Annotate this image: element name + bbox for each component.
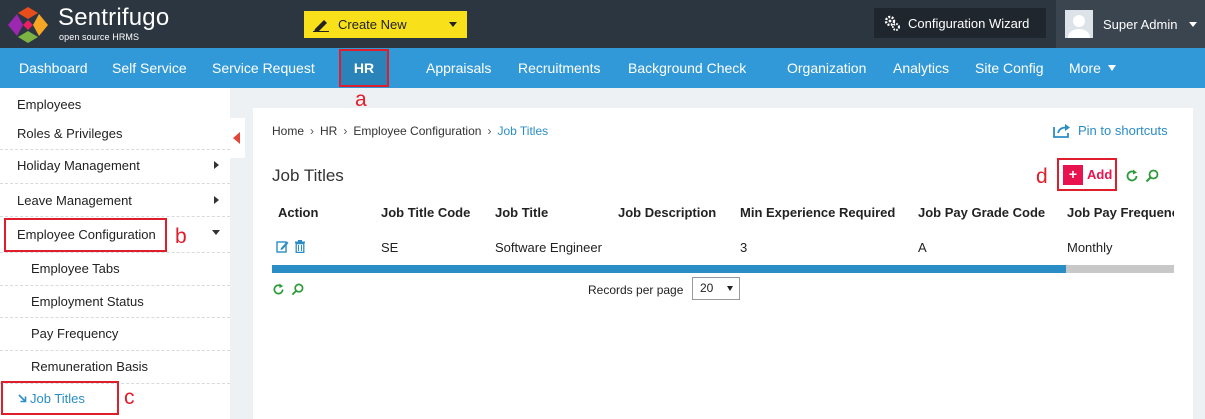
sidebar-item-employee-tabs[interactable]: Employee Tabs: [31, 261, 211, 276]
column-header-min-experience[interactable]: Min Experience Required: [740, 205, 895, 220]
user-name: Super Admin: [1103, 16, 1178, 32]
main-nav: Dashboard Self Service Service Request A…: [0, 48, 1205, 88]
sidebar-item-job-titles-label: Job Titles: [30, 391, 85, 406]
sidebar-item-job-titles[interactable]: Job Titles: [18, 391, 118, 406]
nav-recruitments[interactable]: Recruitments: [518, 48, 600, 88]
search-icon[interactable]: [1145, 169, 1159, 183]
breadcrumb-separator: ›: [310, 124, 315, 138]
share-icon: [1053, 124, 1070, 138]
brand-tagline: open source HRMS: [59, 32, 140, 42]
breadcrumb-job-titles: Job Titles: [497, 124, 549, 138]
chevron-down-icon: [449, 22, 457, 27]
sidebar-divider: [0, 350, 230, 351]
caret-down-icon: [1107, 65, 1116, 71]
sidebar-divider: [0, 252, 230, 253]
edit-icon[interactable]: [276, 240, 289, 253]
configuration-wizard-button[interactable]: Configuration Wizard: [874, 8, 1046, 38]
column-header-action: Action: [278, 205, 319, 220]
sentrifugo-logo-icon[interactable]: [6, 5, 50, 45]
brand-name[interactable]: Sentrifugo: [58, 5, 169, 31]
sidebar-divider: [0, 317, 230, 318]
pencil-icon: [313, 19, 329, 32]
top-bar: Sentrifugo open source HRMS Create New C…: [0, 0, 1205, 48]
column-header-pay-frequency[interactable]: Job Pay Frequenc: [1067, 205, 1174, 220]
records-per-page-label: Records per page: [588, 283, 684, 297]
chevron-down-icon: [1189, 22, 1197, 27]
add-label: Add: [1087, 167, 1113, 182]
chevron-down-icon: [727, 286, 733, 291]
cell-min-experience: 3: [740, 240, 748, 255]
nav-dashboard[interactable]: Dashboard: [19, 48, 88, 88]
sidebar-item-roles-privileges[interactable]: Roles & Privileges: [17, 126, 217, 141]
records-per-page-select[interactable]: 20: [692, 277, 740, 300]
user-menu[interactable]: Super Admin: [1056, 0, 1205, 48]
sidebar-collapse-toggle[interactable]: [230, 118, 245, 158]
pin-to-shortcuts-label: Pin to shortcuts: [1078, 123, 1168, 138]
sidebar-item-pay-frequency[interactable]: Pay Frequency: [31, 326, 211, 341]
chevron-right-icon: [214, 161, 219, 169]
trash-icon[interactable]: [294, 240, 306, 253]
column-header-job-title-code[interactable]: Job Title Code: [381, 205, 470, 220]
add-button[interactable]: + Add: [1057, 158, 1117, 191]
refresh-icon[interactable]: [272, 283, 285, 296]
annotation-box-b: [4, 218, 167, 252]
plus-icon: +: [1063, 165, 1083, 185]
nav-hr[interactable]: HR: [339, 49, 389, 87]
sidebar-item-remuneration-basis[interactable]: Remuneration Basis: [31, 359, 211, 374]
annotation-b: b: [175, 225, 187, 248]
sidebar-item-holiday-management[interactable]: Holiday Management: [17, 158, 217, 173]
configuration-wizard-label: Configuration Wizard: [908, 15, 1030, 31]
nav-background-check[interactable]: Background Check: [628, 48, 746, 88]
collapse-left-icon: [233, 132, 240, 144]
breadcrumb-separator: ›: [343, 124, 348, 138]
sidebar-item-leave-management[interactable]: Leave Management: [17, 193, 217, 208]
annotation-d: d: [1036, 165, 1048, 188]
cell-job-title-code: SE: [381, 240, 399, 255]
scrollbar-thumb[interactable]: [272, 265, 1066, 273]
sidebar-divider: [0, 183, 230, 184]
create-new-label: Create New: [338, 17, 407, 32]
chevron-down-icon: [212, 230, 220, 235]
column-header-pay-grade-code[interactable]: Job Pay Grade Code: [918, 205, 1045, 220]
column-header-job-title[interactable]: Job Title: [495, 205, 548, 220]
sidebar-item-employees[interactable]: Employees: [17, 97, 217, 112]
breadcrumb: Home › HR › Employee Configuration › Job Title…: [272, 124, 548, 138]
cell-job-title: Software Engineer: [495, 240, 602, 255]
sidebar-divider: [0, 285, 230, 286]
nav-self-service[interactable]: Self Service: [112, 48, 187, 88]
cell-pay-grade-code: A: [918, 240, 927, 255]
gears-icon: [884, 15, 900, 31]
sidebar-divider: [0, 149, 230, 150]
page-title: Job Titles: [272, 166, 344, 185]
chevron-right-icon: [214, 196, 219, 204]
breadcrumb-home[interactable]: Home: [272, 124, 304, 138]
cell-pay-frequency: Monthly: [1067, 240, 1113, 255]
sidebar-divider: [0, 216, 230, 217]
nav-site-config[interactable]: Site Config: [975, 48, 1043, 88]
user-silhouette-icon: [1068, 15, 1090, 38]
nav-appraisals[interactable]: Appraisals: [426, 48, 491, 88]
nav-more-label: More: [1069, 60, 1101, 76]
horizontal-scrollbar[interactable]: [272, 265, 1174, 273]
arrow-down-right-icon: [18, 394, 27, 403]
records-per-page-value: 20: [700, 281, 714, 295]
nav-service-request[interactable]: Service Request: [212, 48, 315, 88]
search-icon[interactable]: [291, 283, 304, 296]
breadcrumb-separator: ›: [487, 124, 492, 138]
pin-to-shortcuts-link[interactable]: Pin to shortcuts: [1053, 123, 1168, 138]
annotation-c: c: [124, 386, 135, 409]
breadcrumb-employee-configuration[interactable]: Employee Configuration: [353, 124, 481, 138]
column-header-job-description[interactable]: Job Description: [618, 205, 716, 220]
content-panel: [253, 108, 1193, 419]
create-new-button[interactable]: Create New: [304, 11, 467, 38]
sidebar-item-employment-status[interactable]: Employment Status: [31, 294, 211, 309]
refresh-icon[interactable]: [1125, 169, 1139, 183]
breadcrumb-hr[interactable]: HR: [320, 124, 337, 138]
avatar: [1065, 10, 1093, 38]
nav-analytics[interactable]: Analytics: [893, 48, 949, 88]
nav-organization[interactable]: Organization: [787, 48, 866, 88]
nav-more[interactable]: More: [1069, 48, 1116, 88]
